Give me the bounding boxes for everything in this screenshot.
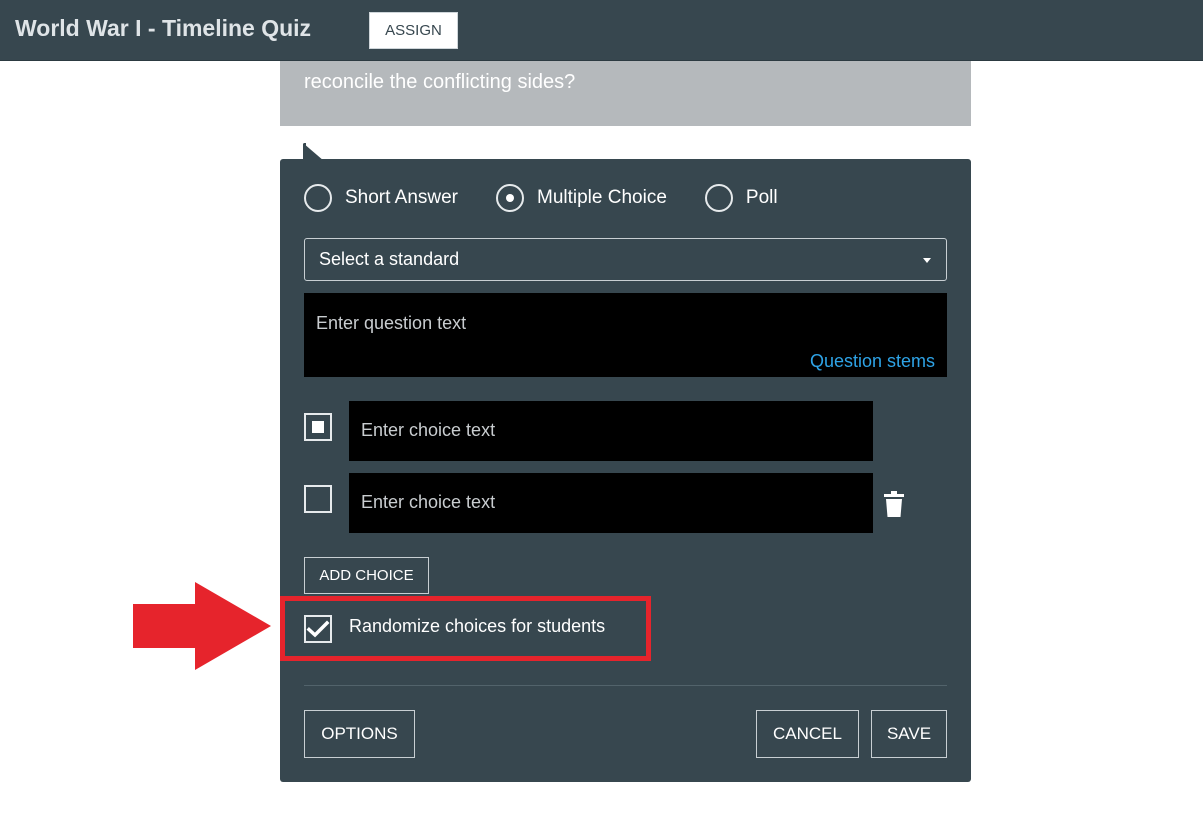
previous-question-card[interactable]: reconcile the conflicting sides? [280,61,971,126]
radio-label-poll: Poll [745,187,778,208]
save-button[interactable]: SAVE [871,710,947,758]
chevron-down-icon [923,258,931,263]
radio-label-multiple-choice: Multiple Choice [537,187,667,208]
randomize-checkbox[interactable] [304,615,332,643]
standard-select[interactable]: Select a standard [304,238,947,281]
radio-selected-dot [506,194,514,202]
choice-placeholder-1: Enter choice text [361,420,496,440]
question-editor-panel: Short Answer Multiple Choice Poll Select… [280,159,971,782]
assign-button[interactable]: ASSIGN [369,12,458,49]
radio-multiple-choice[interactable]: Multiple Choice [496,184,667,212]
quiz-title: World War I - Timeline Quiz [15,15,312,41]
top-bar: World War I - Timeline Quiz ASSIGN [0,0,1203,61]
arrow-right-icon [133,582,271,670]
radio-icon[interactable] [496,184,524,212]
question-stems-link[interactable]: Question stems [810,351,935,372]
randomize-label: Randomize choices for students [349,616,606,636]
cancel-button[interactable]: CANCEL [756,710,859,758]
choice-input-2[interactable]: Enter choice text [349,473,873,533]
question-type-group: Short Answer Multiple Choice Poll [304,184,816,212]
checkmark-icon [306,620,330,638]
previous-question-text: reconcile the conflicting sides? [304,71,576,93]
standard-select-value: Select a standard [319,249,460,269]
radio-icon[interactable] [304,184,332,212]
radio-short-answer[interactable]: Short Answer [304,184,458,212]
radio-icon[interactable] [704,184,733,212]
radio-poll[interactable]: Poll [704,184,778,212]
choice-placeholder-2: Enter choice text [361,492,496,512]
trash-icon[interactable] [884,491,904,517]
question-placeholder: Enter question text [316,313,467,333]
choice-input-1[interactable]: Enter choice text [349,401,873,461]
add-choice-button[interactable]: ADD CHOICE [304,557,429,594]
checkbox-fill-icon [312,421,324,433]
radio-label-short-answer: Short Answer [345,187,458,208]
choice-correct-checkbox-2[interactable] [304,485,332,513]
choice-correct-checkbox-1[interactable] [304,413,332,441]
question-text-input[interactable]: Enter question text Question stems [304,293,947,377]
divider [304,685,947,686]
options-button[interactable]: OPTIONS [304,710,415,758]
